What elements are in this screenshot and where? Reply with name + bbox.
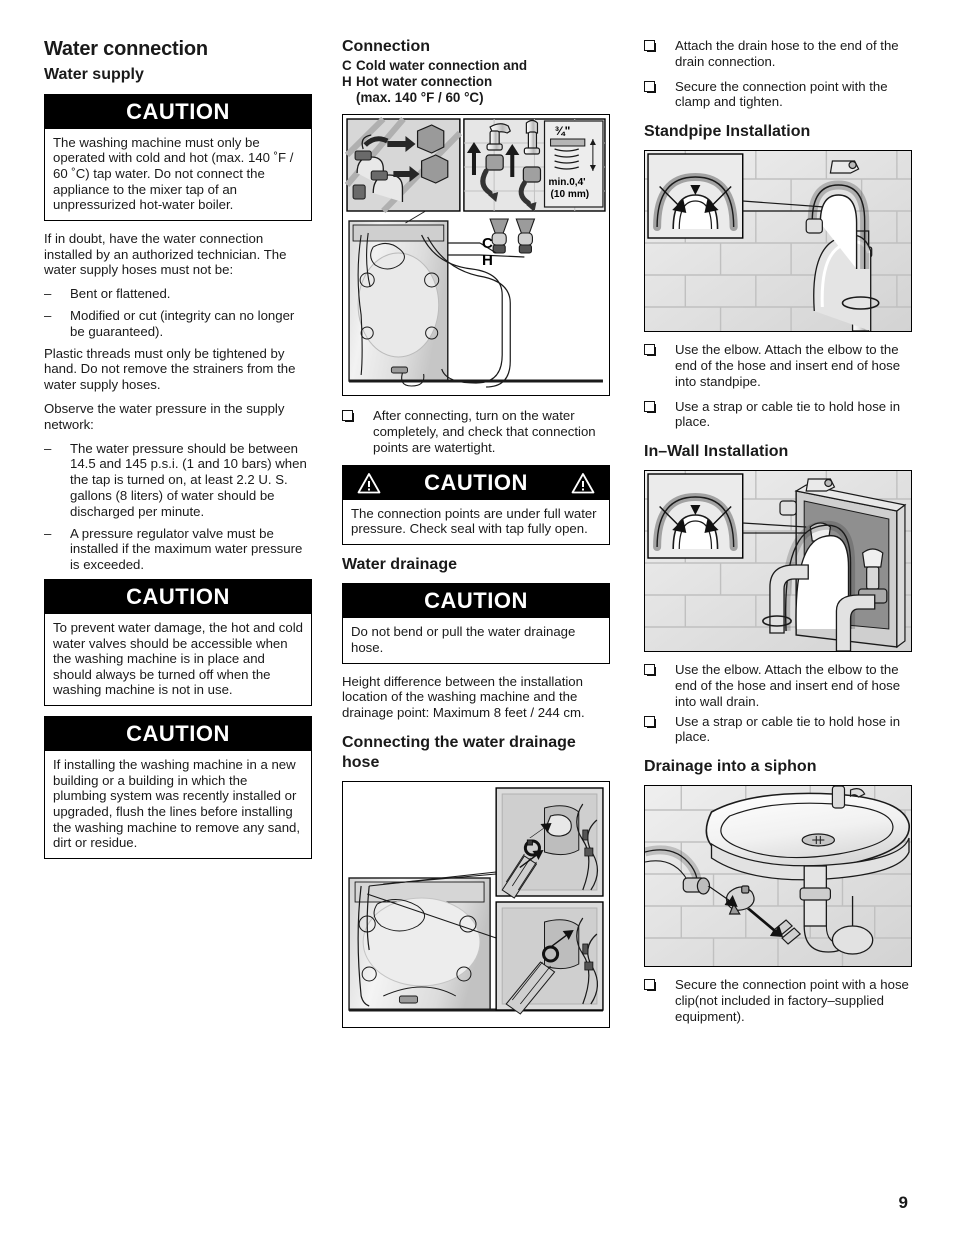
caution-box-do-not-bend: CAUTION Do not bend or pull the water dr… [342,583,610,664]
dash-marker: – [44,286,52,302]
caution-box-valve-access: CAUTION To prevent water damage, the hot… [44,578,312,707]
dash-marker: – [44,308,52,324]
label-hot-connection: H [482,252,493,269]
figure-in-wall-installation [644,470,912,653]
right-column: Attach the drain hose to the end of the … [644,38,912,1034]
section-heading-water-drainage: Water drainage [342,556,457,574]
bullet-item-attach-drain-hose: Attach the drain hose to the end of the … [644,38,912,70]
paragraph-plastic-threads: Plastic threads must only be tightened b… [44,345,296,393]
figure-drainage-hose-connection [342,780,610,1028]
bullet-text: Use the elbow. Attach the elbow to the e… [675,662,901,709]
figure-standpipe-installation [644,150,912,333]
dash-marker: – [44,525,52,541]
caution-text: The washing machine must only be operate… [53,134,294,213]
inset-elbow-detail [647,153,744,239]
bullet-text: Secure the connection point with a hose … [675,977,909,1024]
caution-box-flush-lines: CAUTION If installing the washing machin… [44,716,312,859]
page-number: 9 [898,1193,908,1212]
dash-list-item: – A pressure regulator valve must be ins… [44,526,312,573]
bullet-item-secure-clamp: Secure the connection point with the cla… [644,79,912,111]
inset-elbow-detail [647,473,744,559]
paragraph-height-difference: Height difference between the installati… [342,673,585,721]
dash-list-item: – Modified or cut (integrity can no long… [44,308,312,340]
dash-item-text: The water pressure should be between 14.… [70,440,307,519]
inset-hose-secured [495,901,604,1015]
inset-machine-connections [344,117,463,214]
in-wall-illustration [645,471,911,652]
section-heading-drainage-siphon: Drainage into a siphon [644,758,817,776]
section-heading-in-wall-installation: In–Wall Installation [644,443,789,461]
section-heading-connecting-drainage-hose: Connecting the water drainage hose [342,733,576,771]
caution-heading: CAUTION [45,94,311,129]
figure-siphon-drainage [644,785,912,968]
figure-water-connection: ¾" min.0,4' (10 mm) C H [342,114,610,397]
caution-text: Do not bend or pull the water drainage h… [351,624,576,655]
checkbox-bullet-icon [644,977,675,1024]
thread-detail: ¾" min.0,4' (10 mm) [543,120,604,208]
bullet-text: Secure the connection point with the cla… [675,78,888,110]
checkbox-bullet-icon [644,399,675,431]
manual-page: Water connection Water supply CAUTION Th… [0,0,954,1235]
thread-min-label: min.0,4' [549,177,586,188]
bullet-item-strap-standpipe: Use a strap or cable tie to hold hose in… [644,399,912,431]
warning-triangle-icon [357,472,381,494]
left-column: Water connection Water supply CAUTION Th… [44,38,312,869]
bullet-text: Use the elbow. Attach the elbow to the e… [675,342,901,389]
section-heading-connection: Connection [342,38,430,55]
thread-min-metric-label: (10 mm) [551,189,590,200]
bullet-item-strap-wall: Use a strap or cable tie to hold hose in… [644,714,912,746]
caution-text: To prevent water damage, the hot and col… [53,620,303,698]
caution-heading-with-triangles: CAUTION [343,465,609,500]
standpipe-illustration [645,151,911,332]
caution-text: The connection points are under full wat… [351,505,597,537]
caution-heading: CAUTION [45,579,311,615]
checkbox-bullet-icon [342,408,373,455]
thread-size-label: ¾" [555,124,571,138]
inset-tap-connections: ¾" min.0,4' (10 mm) [463,118,606,213]
caution-heading: CAUTION [45,717,311,752]
dash-list-item: – Bent or flattened. [44,286,312,302]
section-heading-standpipe-installation: Standpipe Installation [644,123,811,141]
caution-text: If installing the washing machine in a n… [53,757,301,851]
dash-list-item: – The water pressure should be between 1… [44,441,312,520]
bullet-item-hose-clip: Secure the connection point with a hose … [644,977,912,1024]
bullet-text: Attach the drain hose to the end of the … [675,38,899,69]
warning-triangle-icon [571,472,595,494]
legend-text-cold: Cold water connection and [356,58,528,74]
bullet-item-use-elbow-standpipe: Use the elbow. Attach the elbow to the e… [644,342,912,389]
section-heading-water-supply: Water supply [44,66,144,84]
caution-box-water-temperature: CAUTION The washing machine must only be… [44,93,312,221]
bullet-text: Use a strap or cable tie to hold hose in… [675,398,901,430]
dash-item-text: Modified or cut (integrity can no longer… [70,308,295,339]
water-connection-illustration: ¾" min.0,4' (10 mm) C H [343,115,609,396]
bullet-item-check-watertight: After connecting, turn on the water comp… [342,408,610,455]
legend-text-hot: Hot water connection [356,74,493,90]
page-title: Water connection [44,38,208,60]
checkbox-bullet-icon [644,38,675,70]
checkbox-bullet-icon [644,662,675,709]
drainage-hose-illustration [343,781,609,1027]
paragraph-observe-pressure: Observe the water pressure in the supply… [44,401,285,432]
legend-note-temperature: (max. 140 °F / 60 °C) [356,90,484,106]
inset-hose-attach [495,787,604,899]
caution-box-full-pressure: CAUTION The connection points are under … [342,464,610,546]
middle-column: Connection C Cold water connection and H… [342,38,610,1028]
legend-key-hot: H [342,74,352,90]
bullet-text: Use a strap or cable tie to hold hose in… [675,713,901,745]
checkbox-bullet-icon [644,342,675,389]
dash-item-text: Bent or flattened. [70,286,171,302]
bullet-text: After connecting, turn on the water comp… [373,408,596,455]
paragraph-authorized-technician: If in doubt, have the water connection i… [44,230,287,278]
dash-item-text: A pressure regulator valve must be insta… [70,525,303,573]
caution-heading: CAUTION [343,584,609,619]
checkbox-bullet-icon [644,79,675,111]
legend-key-cold: C [342,58,352,74]
label-cold-connection: C [482,235,493,252]
bullet-item-use-elbow-wall: Use the elbow. Attach the elbow to the e… [644,662,912,709]
dash-marker: – [44,440,52,456]
checkbox-bullet-icon [644,714,675,746]
siphon-illustration [645,786,911,967]
